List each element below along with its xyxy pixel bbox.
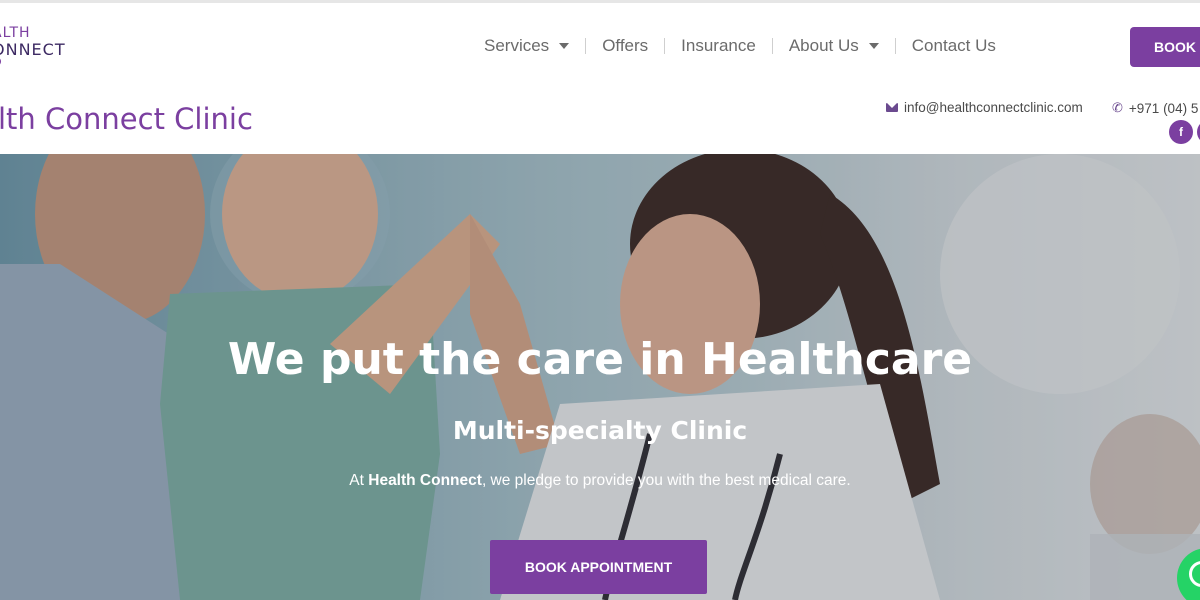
phone-text: +971 (04) 5: [1128, 100, 1199, 116]
contact-phone[interactable]: ✆ +971 (04) 5: [1112, 100, 1198, 116]
chevron-down-icon: [868, 43, 879, 49]
nav-item-offers[interactable]: Offers: [586, 31, 664, 61]
phone-icon: ✆: [1112, 100, 1123, 115]
email-text: info@healthconnectclinic.com: [904, 100, 1083, 115]
envelope-icon: [886, 103, 898, 112]
logo-text-top: ALTH: [0, 25, 31, 41]
hero-subtitle: Multi-specialty Clinic: [452, 416, 748, 445]
hero-text-prefix: At: [349, 472, 369, 489]
hero-description: At Health Connect, we pledge to provide …: [0, 472, 1200, 490]
hero-banner: We put the care in Healthcare Multi-spec…: [0, 154, 1200, 600]
logo-text-bottom: ONNECT: [0, 40, 66, 59]
book-now-button[interactable]: BOOK N: [1130, 27, 1200, 67]
nav-item-label: Insurance: [681, 36, 756, 55]
nav-item-about-us[interactable]: About Us: [773, 31, 895, 61]
nav-item-insurance[interactable]: Insurance: [665, 31, 772, 61]
main-nav: Services Offers Insurance About Us Conta…: [468, 3, 1012, 89]
logo[interactable]: ALTH ONNECT: [0, 25, 92, 69]
nav-item-label: Services: [484, 36, 550, 55]
nav-item-label: Offers: [602, 36, 649, 55]
contact-email[interactable]: info@healthconnectclinic.com: [886, 100, 1083, 115]
hero-text-suffix: , we pledge to provide you with the best…: [481, 472, 851, 489]
nav-item-services[interactable]: Services: [468, 31, 585, 61]
book-appointment-button[interactable]: BOOK APPOINTMENT: [490, 540, 707, 594]
hero-title: We put the care in Healthcare: [227, 334, 973, 385]
top-navbar: ALTH ONNECT Services Offers Insurance Ab…: [0, 0, 1200, 86]
page: ALTH ONNECT Services Offers Insurance Ab…: [0, 0, 1200, 600]
facebook-icon[interactable]: f: [1169, 120, 1193, 144]
chevron-down-icon: [559, 43, 570, 49]
nav-item-label: About Us: [788, 36, 859, 55]
nav-item-label: Contact Us: [911, 36, 996, 55]
hero-text-brand: Health Connect: [368, 472, 482, 489]
nav-item-contact-us[interactable]: Contact Us: [896, 31, 1012, 61]
clinic-name: lth Connect Clinic: [0, 102, 253, 136]
sub-header: lth Connect Clinic info@healthconnectcli…: [0, 86, 1200, 154]
